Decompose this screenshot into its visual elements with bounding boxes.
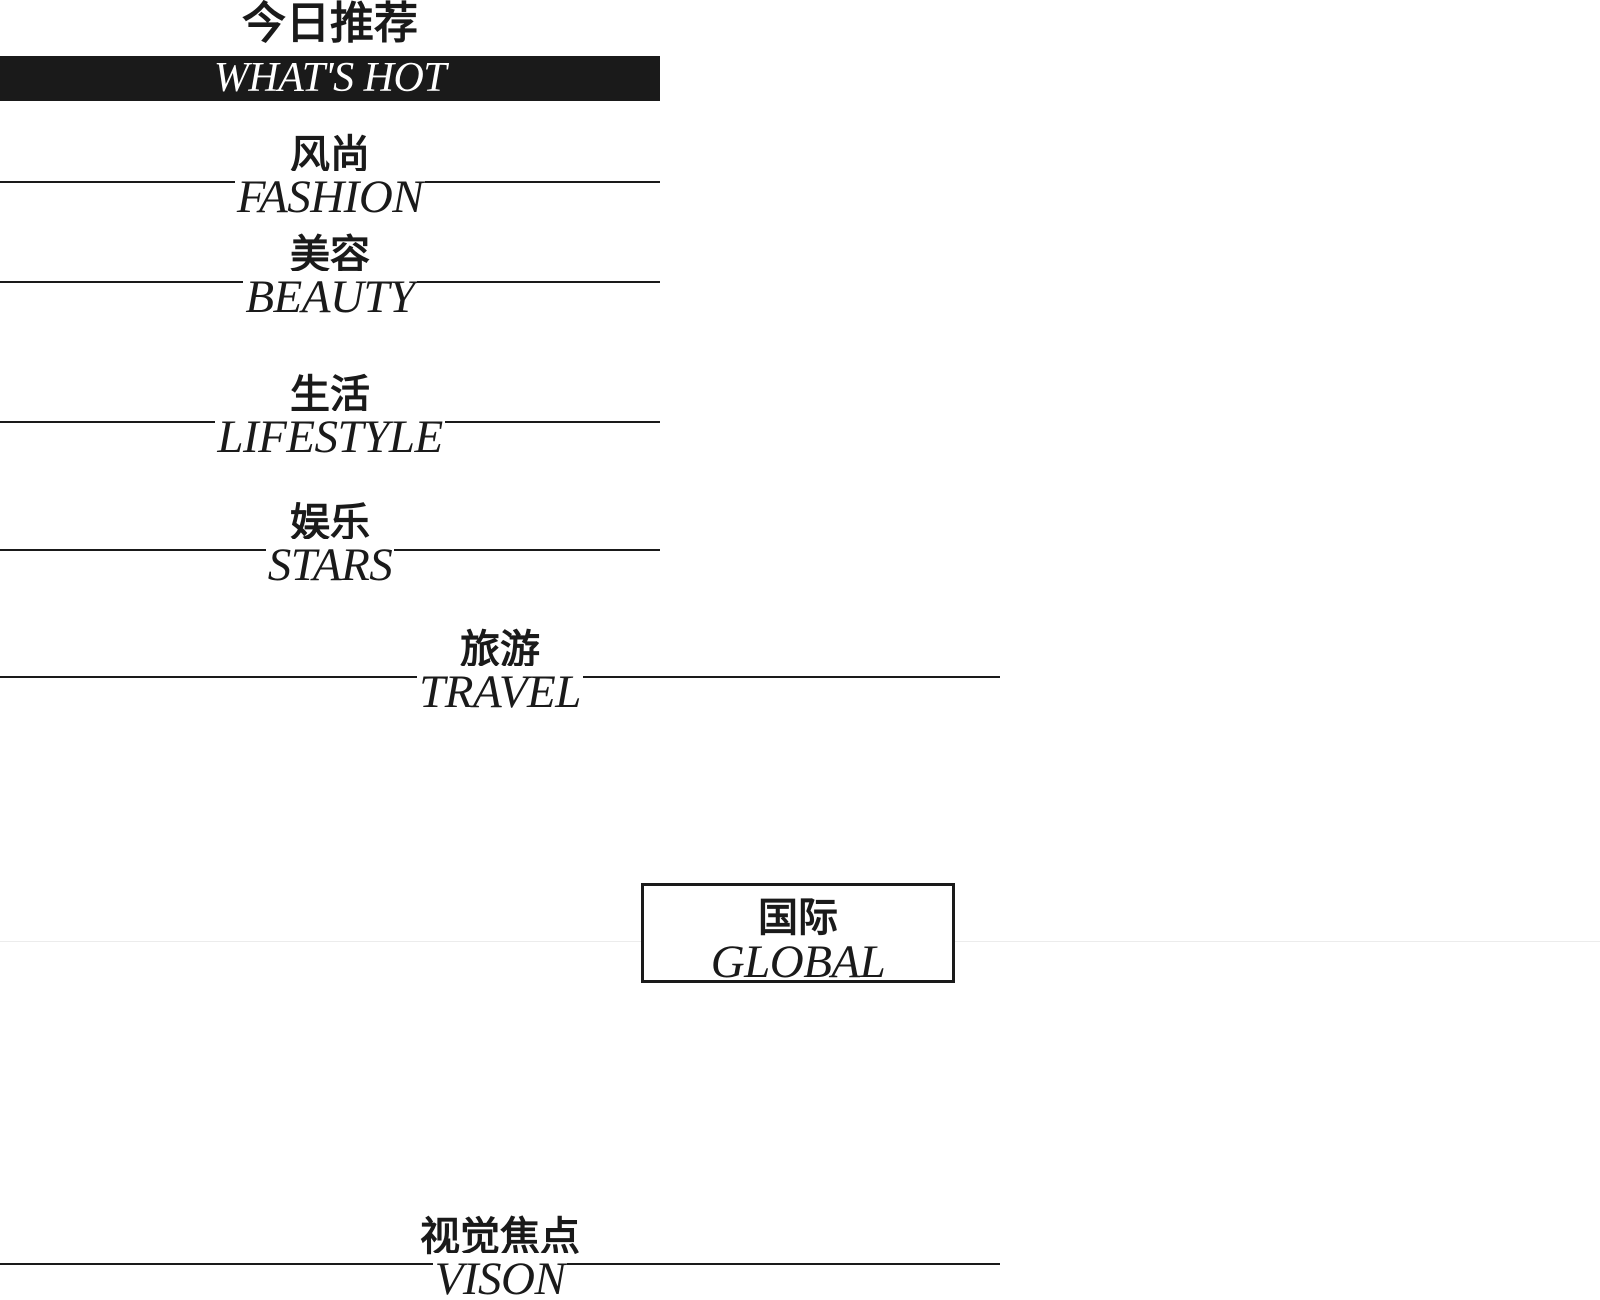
- section-heading-beauty[interactable]: 美容 BEAUTY: [0, 230, 660, 323]
- section-heading-stars[interactable]: 娱乐 STARS: [0, 498, 660, 591]
- section-en-title: VISON: [0, 1253, 1000, 1300]
- global-heading[interactable]: 国际 GLOBAL: [641, 883, 955, 988]
- section-cn-title: 风尚: [290, 132, 370, 178]
- section-cn-title: 娱乐: [290, 500, 370, 546]
- section-en-title: FASHION: [234, 171, 426, 223]
- section-en-title: LIFESTYLE: [215, 411, 445, 463]
- section-cn-title: 生活: [290, 372, 370, 418]
- section-en-title: BEAUTY: [243, 271, 417, 323]
- section-heading-vision[interactable]: 视觉焦点 VISON: [0, 1212, 1000, 1300]
- section-en-title: STARS: [265, 539, 395, 591]
- section-cn-title: 美容: [290, 232, 370, 278]
- whats-hot-en-title: WHAT'S HOT: [213, 55, 447, 101]
- section-heading-travel[interactable]: 旅游 TRAVEL: [0, 625, 1000, 718]
- section-cn-title: 旅游: [460, 627, 540, 673]
- section-heading-lifestyle[interactable]: 生活 LIFESTYLE: [0, 370, 660, 463]
- global-cn-title: 国际: [758, 895, 838, 941]
- section-cn-title: 视觉焦点: [420, 1214, 580, 1260]
- global-en-title: GLOBAL: [710, 936, 886, 988]
- whats-hot-cn-title: 今日推荐: [242, 0, 418, 49]
- section-heading-fashion[interactable]: 风尚 FASHION: [0, 130, 660, 223]
- section-en-title: TRAVEL: [417, 666, 583, 718]
- whats-hot-heading[interactable]: 今日推荐 WHAT'S HOT: [0, 0, 660, 102]
